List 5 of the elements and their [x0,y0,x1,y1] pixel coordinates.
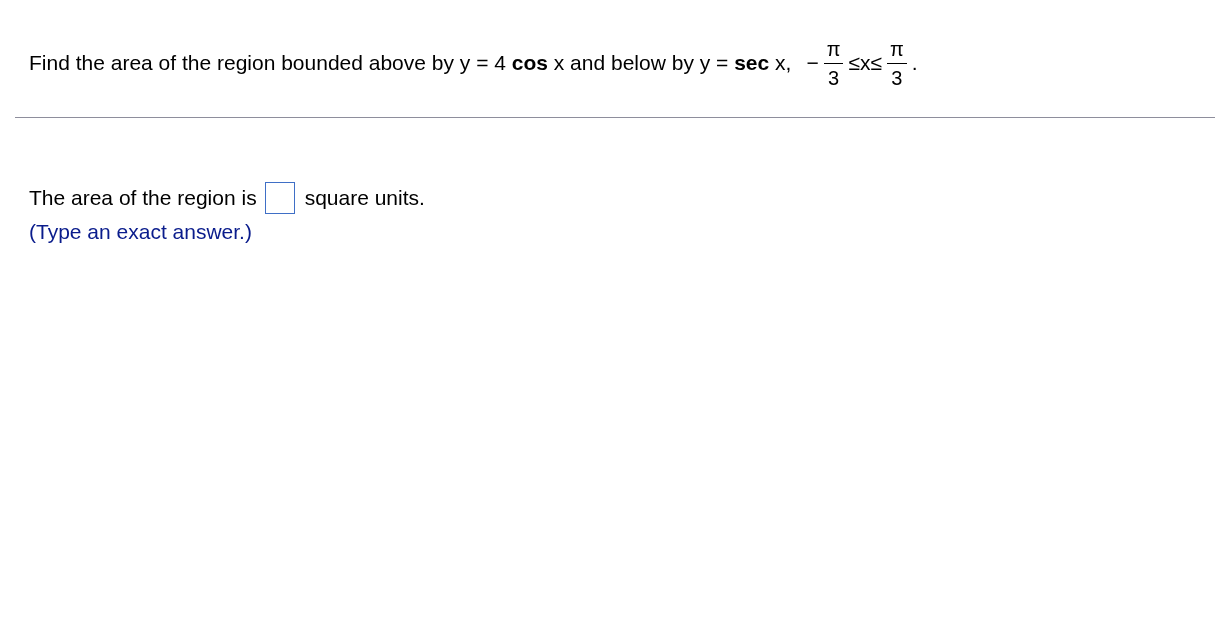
answer-suffix: square units. [304,186,425,210]
question-text: Find the area of the region bounded above by y = 4 cos x and below by y = sec x, [29,51,792,75]
hint-text: (Type an exact answer.) [29,219,253,245]
answer-field[interactable] [264,182,295,214]
answer-prefix: The area of the region is [29,186,257,210]
